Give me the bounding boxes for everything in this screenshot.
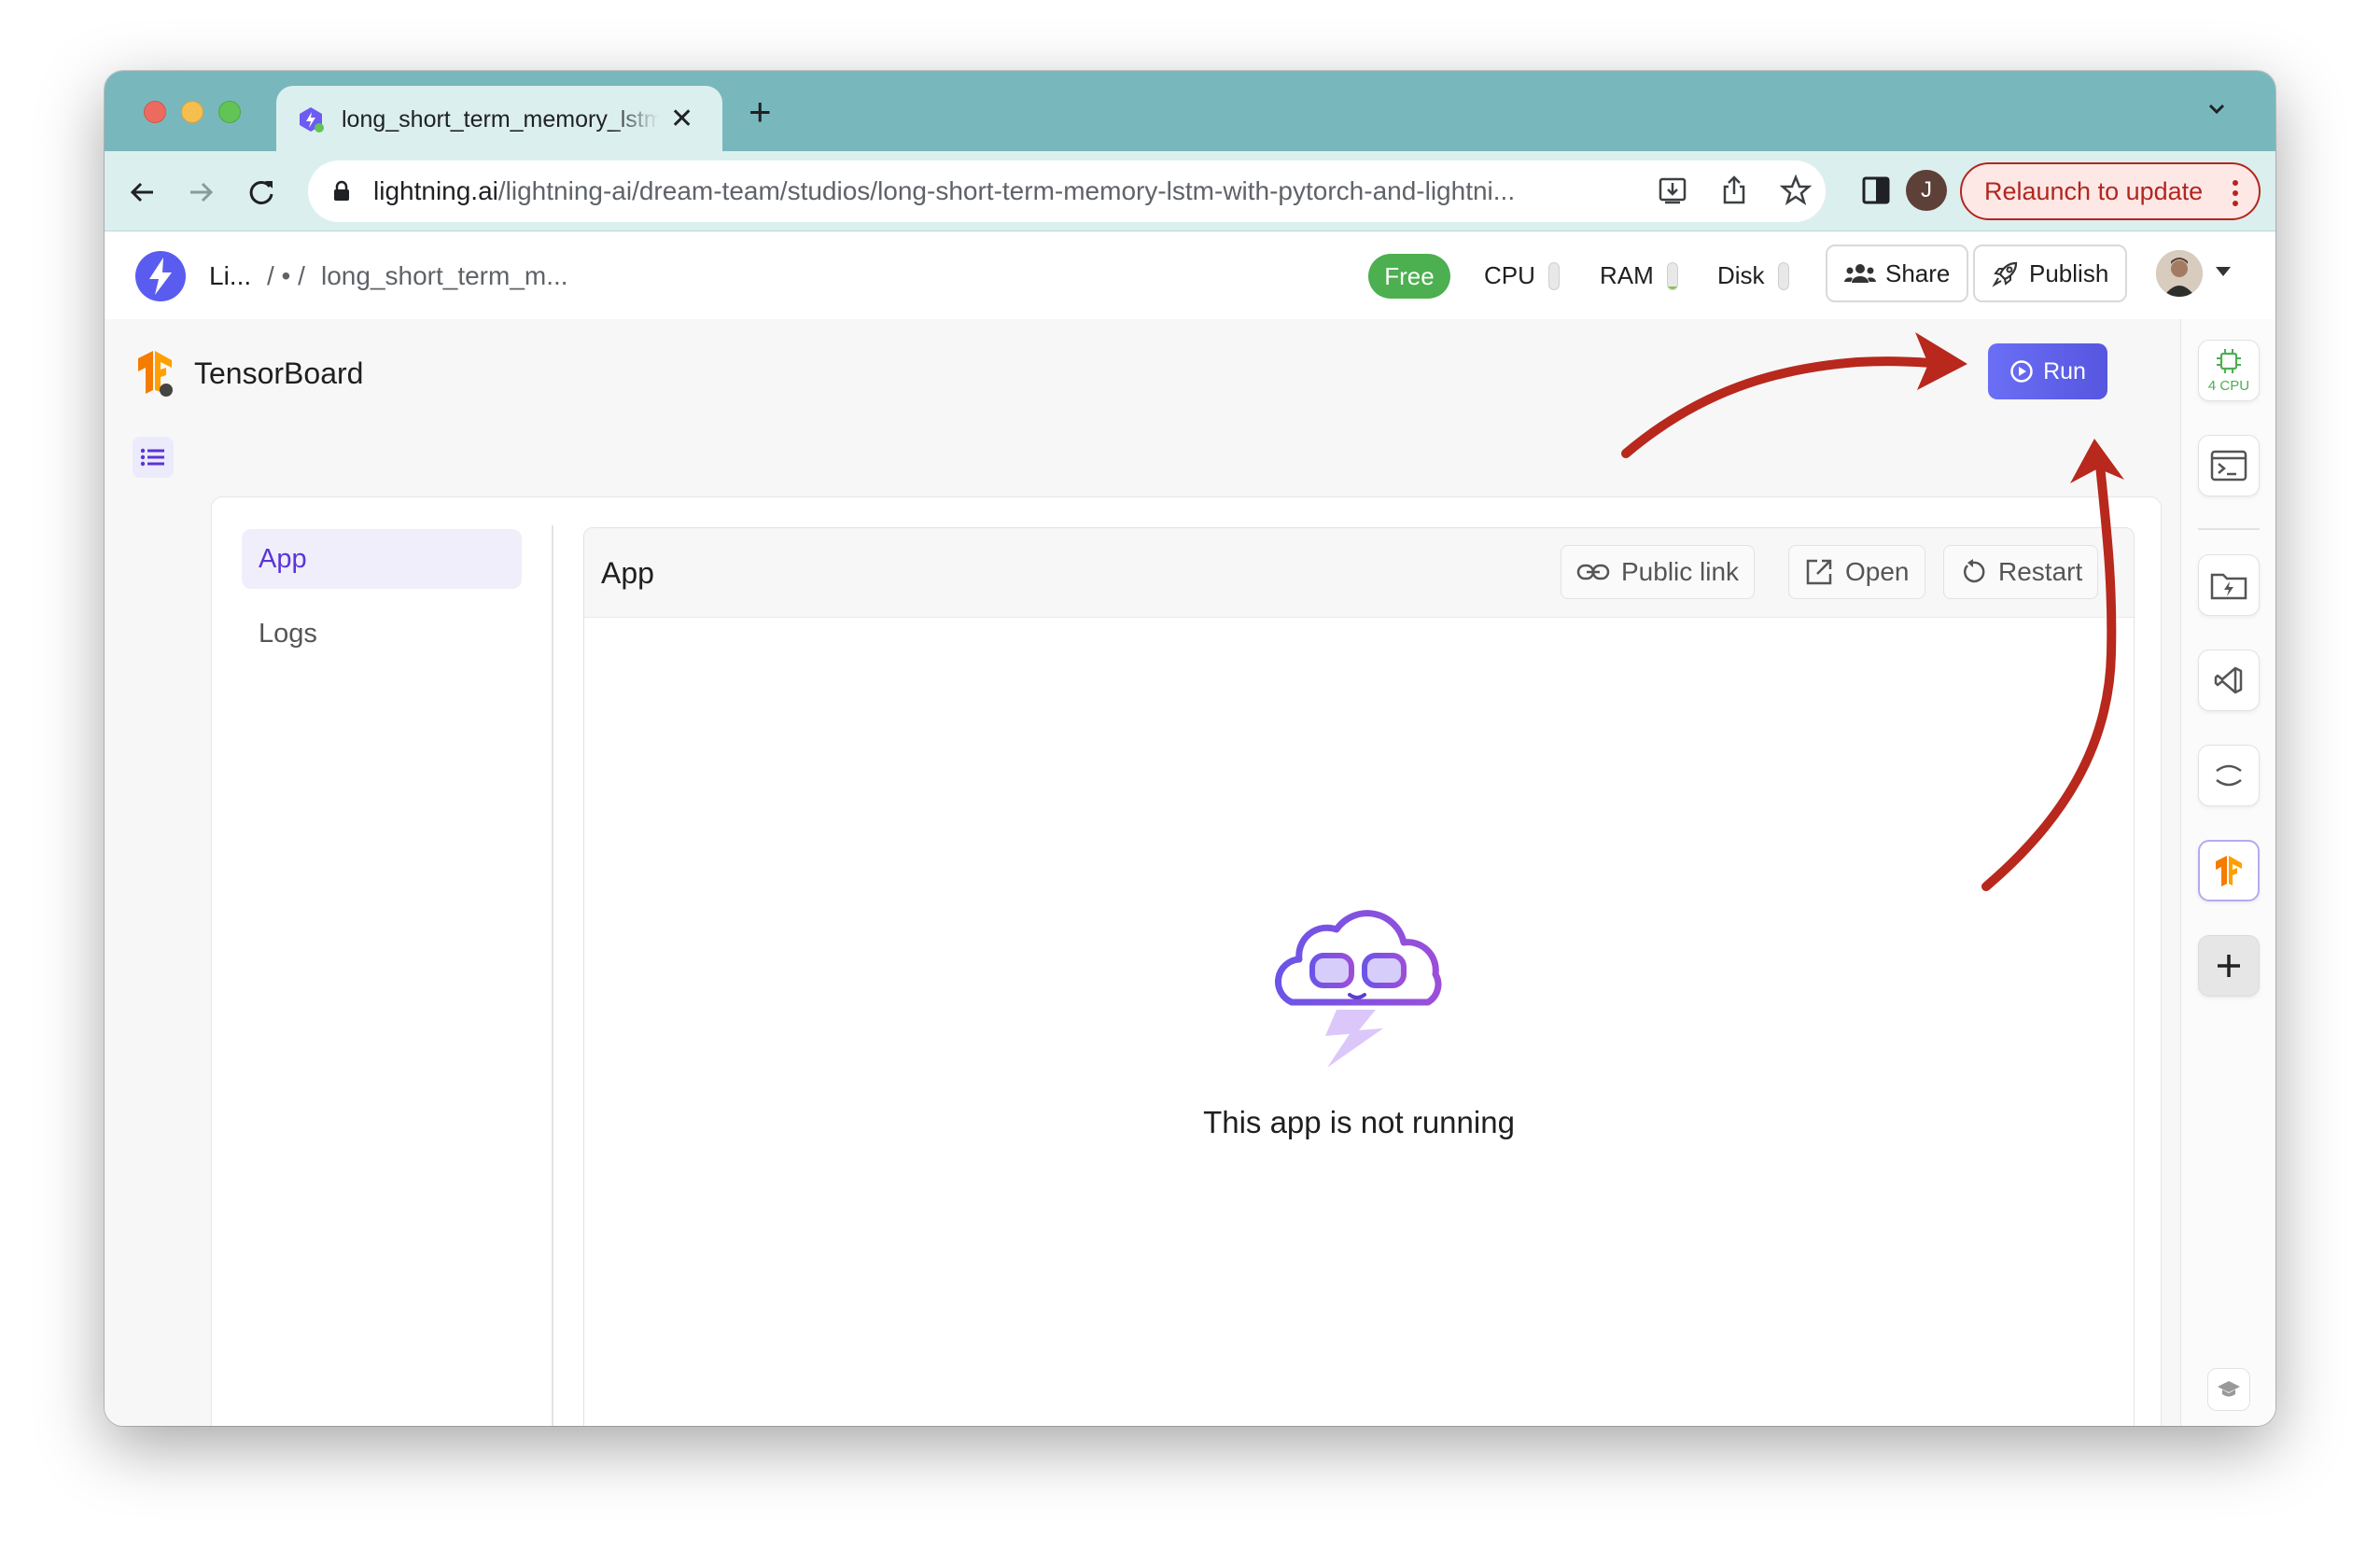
user-menu-caret-icon[interactable]	[2216, 267, 2231, 276]
tensorboard-plugin-button[interactable]	[2198, 840, 2260, 901]
tab-close-icon[interactable]: ✕	[670, 105, 693, 133]
install-app-icon[interactable]	[1656, 174, 1689, 207]
nav-item-app[interactable]: App	[242, 529, 522, 589]
browser-toolbar: lightning.ai /lightning-ai/dream-team/st…	[105, 151, 2275, 231]
file-browser-button[interactable]	[2198, 554, 2260, 616]
terminal-icon	[2210, 450, 2247, 482]
link-icon	[1576, 564, 1610, 580]
external-link-icon	[1806, 559, 1832, 585]
bookmark-star-icon[interactable]	[1779, 174, 1813, 207]
terminal-button[interactable]	[2198, 435, 2260, 496]
tab-strip: long_short_term_memory_lstm_with_pytorch…	[105, 71, 2275, 153]
reload-icon[interactable]	[245, 175, 278, 209]
plus-icon	[2218, 955, 2240, 977]
browser-tab-active[interactable]: long_short_term_memory_lstm_with_pytorch…	[276, 86, 722, 153]
tensorboard-logo-icon	[138, 351, 173, 397]
vscode-button[interactable]	[2198, 649, 2260, 711]
list-toggle-icon[interactable]	[133, 437, 174, 478]
lightning-logo-icon[interactable]	[134, 250, 187, 302]
cpu-meter[interactable]: CPU	[1484, 261, 1560, 290]
public-link-label: Public link	[1621, 557, 1740, 586]
app-frame-title: App	[601, 556, 654, 590]
app-status-message: This app is not running	[1203, 1105, 1515, 1139]
restart-button[interactable]: Restart	[1943, 545, 2099, 599]
forward-arrow-icon[interactable]	[185, 175, 218, 209]
browser-window: long_short_term_memory_lstm_with_pytorch…	[105, 71, 2275, 1426]
rail-separator	[2198, 528, 2260, 530]
tab-search-chevron-icon[interactable]	[2203, 95, 2231, 123]
chip-icon	[2217, 348, 2241, 373]
jupyter-button[interactable]	[2198, 745, 2260, 806]
disk-meter-label: Disk	[1717, 261, 1765, 289]
url-path: /lightning-ai/dream-team/studios/long-sh…	[497, 176, 1516, 205]
publish-button[interactable]: Publish	[1973, 244, 2128, 302]
maximize-window-button[interactable]	[218, 101, 241, 123]
vscode-icon	[2214, 666, 2243, 694]
plugin-title-row: TensorBoard	[134, 349, 363, 398]
user-avatar[interactable]	[2156, 250, 2203, 297]
folder-lightning-icon	[2210, 573, 2247, 600]
rocket-icon	[1992, 261, 2018, 287]
plugin-panel: App Logs App Public link Open Restart Th…	[211, 496, 2162, 1426]
side-panel-icon[interactable]	[1859, 174, 1893, 207]
share-label: Share	[1885, 258, 1951, 287]
restart-label: Restart	[1998, 557, 2083, 586]
breadcrumb-org[interactable]: Li...	[209, 261, 251, 291]
url-host: lightning.ai	[373, 176, 498, 205]
browser-profile-avatar[interactable]: J	[1906, 170, 1947, 211]
jupyter-icon	[2216, 764, 2242, 787]
breadcrumb-studio[interactable]: long_short_term_m...	[321, 261, 568, 291]
nav-item-logs[interactable]: Logs	[242, 604, 522, 663]
learn-button[interactable]	[2207, 1368, 2250, 1411]
cpu-count-label: 4 CPU	[2207, 377, 2250, 394]
disk-meter[interactable]: Disk	[1717, 261, 1789, 290]
nav-divider	[552, 525, 553, 1426]
user-photo-icon	[2156, 250, 2203, 297]
cloud-not-running-icon	[1274, 910, 1442, 1068]
relaunch-label: Relaunch to update	[1984, 176, 2204, 205]
open-label: Open	[1845, 557, 1910, 586]
run-button[interactable]: Run	[1988, 343, 2107, 399]
lightning-favicon-icon	[300, 107, 324, 133]
new-tab-button[interactable]: +	[749, 90, 772, 134]
share-button[interactable]: Share	[1826, 244, 1969, 302]
cpu-usage-bar	[1547, 261, 1560, 290]
app-frame: App Public link Open Restart This app is…	[583, 527, 2135, 1426]
ram-usage-bar	[1666, 261, 1678, 290]
publish-label: Publish	[2029, 258, 2109, 287]
nav-item-label: App	[259, 543, 307, 574]
plugin-title: TensorBoard	[194, 356, 364, 390]
close-window-button[interactable]	[144, 101, 166, 123]
nav-item-label: Logs	[259, 618, 317, 649]
app-frame-header: App Public link Open Restart	[584, 528, 2134, 618]
minimize-window-button[interactable]	[181, 101, 203, 123]
ram-meter-label: RAM	[1600, 261, 1654, 289]
plugin-nav: App Logs	[242, 529, 522, 678]
tensorboard-icon	[2216, 856, 2242, 887]
kebab-menu-icon	[2233, 180, 2238, 206]
lock-icon	[334, 180, 349, 201]
compute-cpu-button[interactable]: 4 CPU	[2198, 340, 2260, 401]
breadcrumb-separator: / • /	[267, 261, 305, 290]
play-circle-icon	[2010, 360, 2033, 383]
address-bar[interactable]: lightning.ai /lightning-ai/dream-team/st…	[308, 161, 1826, 222]
open-button[interactable]: Open	[1788, 545, 1925, 599]
tab-title: long_short_term_memory_lstm_with_pytorch…	[342, 105, 659, 133]
studio-content: TensorBoard Run App Logs App Public link…	[105, 319, 2180, 1426]
public-link-button[interactable]: Public link	[1561, 545, 1756, 599]
ram-meter[interactable]: RAM	[1600, 261, 1678, 290]
graduation-cap-icon	[2218, 1381, 2240, 1397]
back-arrow-icon[interactable]	[125, 175, 159, 209]
cpu-meter-label: CPU	[1484, 261, 1535, 289]
disk-usage-bar	[1777, 261, 1789, 290]
add-plugin-button[interactable]	[2198, 935, 2260, 997]
relaunch-to-update-button[interactable]: Relaunch to update	[1960, 162, 2261, 220]
right-rail: 4 CPU	[2180, 319, 2275, 1426]
run-label: Run	[2043, 357, 2086, 384]
people-icon	[1844, 264, 1876, 283]
restart-icon	[1963, 559, 1985, 583]
share-page-icon[interactable]	[1717, 174, 1751, 207]
plan-badge[interactable]: Free	[1368, 254, 1450, 299]
studio-header: Li... / • / long_short_term_m... Free CP…	[105, 231, 2275, 319]
